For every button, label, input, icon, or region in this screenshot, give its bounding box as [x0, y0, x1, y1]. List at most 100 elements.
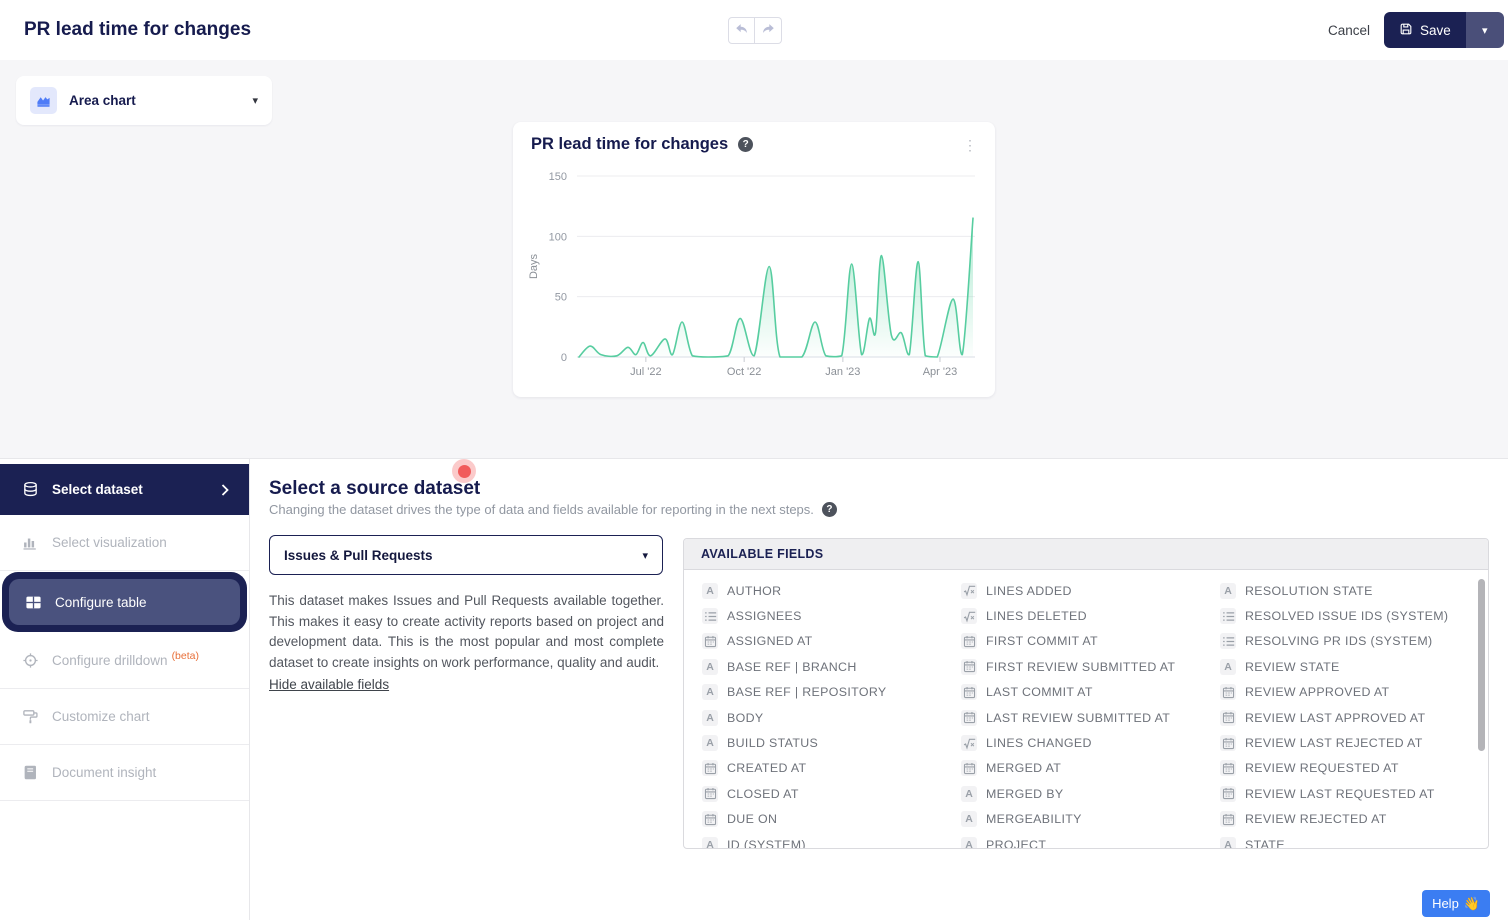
field-item-closed-at[interactable]: CLOSED AT: [690, 781, 949, 806]
list-icon: [1220, 608, 1236, 624]
list-icon: [702, 608, 718, 624]
redo-button[interactable]: [755, 17, 782, 44]
field-item-first-commit-at[interactable]: FIRST COMMIT AT: [949, 629, 1208, 654]
field-label: MERGEABILITY: [986, 812, 1082, 826]
dataset-select-value: Issues & Pull Requests: [284, 548, 433, 563]
field-item-review-last-rejected-at[interactable]: REVIEW LAST REJECTED AT: [1208, 730, 1467, 755]
dataset-select[interactable]: Issues & Pull Requests ▾: [269, 535, 663, 575]
svg-text:Jul '22: Jul '22: [630, 366, 661, 378]
sidebar-item-select-visualization[interactable]: Select visualization: [0, 515, 249, 571]
text-field-icon: A: [1220, 583, 1236, 599]
available-fields-body: AAUTHORASSIGNEES ASSIGNED AT ABASE REF | B…: [684, 570, 1488, 849]
sidebar-item-label: Select visualization: [52, 535, 167, 550]
top-bar: PR lead time for changes Cancel Save ▾: [0, 0, 1508, 60]
svg-text:150: 150: [549, 171, 567, 183]
field-item-base-ref-branch[interactable]: ABASE REF | BRANCH: [690, 654, 949, 679]
field-label: ID (SYSTEM): [727, 838, 806, 849]
fields-column: ARESOLUTION STATE RESOLVED ISSUE IDS (SYS…: [1208, 578, 1467, 849]
field-item-resolved-issue-ids-system[interactable]: RESOLVED ISSUE IDS (SYSTEM): [1208, 603, 1467, 628]
field-item-state[interactable]: ASTATE: [1208, 832, 1467, 849]
chart-type-label: Area chart: [69, 93, 136, 108]
sidebar-item-document-insight[interactable]: Document insight: [0, 745, 249, 801]
kebab-menu-icon[interactable]: ⋮: [959, 138, 981, 152]
field-item-last-commit-at[interactable]: LAST COMMIT AT: [949, 680, 1208, 705]
field-item-merged-by[interactable]: AMERGED BY: [949, 781, 1208, 806]
text-field-icon: A: [702, 710, 718, 726]
field-item-lines-deleted[interactable]: LINES DELETED: [949, 603, 1208, 628]
field-item-project[interactable]: APROJECT: [949, 832, 1208, 849]
target-icon: [22, 652, 39, 669]
section-subheading-text: Changing the dataset drives the type of …: [269, 502, 814, 517]
cancel-button[interactable]: Cancel: [1322, 22, 1376, 39]
field-item-review-last-requested-at[interactable]: REVIEW LAST REQUESTED AT: [1208, 781, 1467, 806]
field-label: LINES ADDED: [986, 584, 1072, 598]
field-label: BODY: [727, 711, 764, 725]
sidebar-item-configure-drilldown[interactable]: Configure drilldown(beta): [0, 633, 249, 689]
field-item-review-approved-at[interactable]: REVIEW APPROVED AT: [1208, 680, 1467, 705]
field-item-resolving-pr-ids-system[interactable]: RESOLVING PR IDS (SYSTEM): [1208, 629, 1467, 654]
available-fields-panel: AVAILABLE FIELDS AAUTHORASSIGNEESASSIGNE…: [683, 538, 1489, 849]
field-item-assigned-at[interactable]: ASSIGNED AT: [690, 629, 949, 654]
paint-roller-icon: [22, 708, 39, 725]
chevron-down-icon: ▾: [252, 94, 258, 107]
scrollbar-thumb[interactable]: [1478, 579, 1485, 751]
save-icon: [1399, 22, 1413, 39]
chart-title: PR lead time for changes: [531, 135, 728, 154]
hide-available-fields-link[interactable]: Hide available fields: [269, 677, 389, 692]
calendar-icon: [1220, 735, 1236, 751]
text-field-icon: A: [1220, 659, 1236, 675]
help-question-icon[interactable]: ?: [822, 502, 837, 517]
field-item-mergeability[interactable]: AMERGEABILITY: [949, 807, 1208, 832]
sidebar-item-label: Configure table: [55, 595, 147, 610]
field-item-merged-at[interactable]: MERGED AT: [949, 756, 1208, 781]
section-heading: Select a source dataset: [269, 478, 480, 500]
field-item-id-system[interactable]: AID (SYSTEM): [690, 832, 949, 849]
field-item-first-review-submitted-at[interactable]: FIRST REVIEW SUBMITTED AT: [949, 654, 1208, 679]
field-label: REVIEW LAST REQUESTED AT: [1245, 787, 1435, 801]
field-label: CLOSED AT: [727, 787, 799, 801]
field-label: STATE: [1245, 838, 1285, 849]
field-item-review-requested-at[interactable]: REVIEW REQUESTED AT: [1208, 756, 1467, 781]
help-question-icon[interactable]: ?: [738, 137, 753, 152]
chart-type-selector[interactable]: Area chart ▾: [16, 76, 272, 125]
sidebar-item-customize-chart[interactable]: Customize chart: [0, 689, 249, 745]
text-field-icon: A: [702, 684, 718, 700]
field-item-body[interactable]: A BODY: [690, 705, 949, 730]
dataset-config-main: Select a source dataset Changing the dat…: [251, 459, 1508, 920]
field-item-last-review-submitted-at[interactable]: LAST REVIEW SUBMITTED AT: [949, 705, 1208, 730]
section-subheading: Changing the dataset drives the type of …: [269, 502, 837, 517]
field-label: REVIEW REJECTED AT: [1245, 812, 1387, 826]
formula-icon: [961, 735, 977, 751]
caret-down-icon: ▾: [1482, 25, 1488, 37]
chart-card-header: PR lead time for changes ? ⋮: [513, 122, 995, 154]
field-item-build-status[interactable]: ABUILD STATUS: [690, 730, 949, 755]
field-item-resolution-state[interactable]: ARESOLUTION STATE: [1208, 578, 1467, 603]
field-item-base-ref-repository[interactable]: ABASE REF | REPOSITORY: [690, 680, 949, 705]
calendar-icon: [1220, 710, 1236, 726]
field-label: RESOLVING PR IDS (SYSTEM): [1245, 634, 1433, 648]
field-item-review-last-approved-at[interactable]: REVIEW LAST APPROVED AT: [1208, 705, 1467, 730]
field-item-lines-changed[interactable]: LINES CHANGED: [949, 730, 1208, 755]
field-item-due-on[interactable]: DUE ON: [690, 807, 949, 832]
svg-text:100: 100: [549, 231, 567, 243]
field-label: ASSIGNED AT: [727, 634, 813, 648]
field-item-created-at[interactable]: CREATED AT: [690, 756, 949, 781]
save-button[interactable]: Save: [1384, 12, 1466, 48]
field-item-review-rejected-at[interactable]: REVIEW REJECTED AT: [1208, 807, 1467, 832]
svg-text:50: 50: [555, 292, 567, 304]
click-indicator-dot: [458, 465, 471, 478]
help-button[interactable]: Help 👋: [1422, 890, 1490, 917]
calendar-icon: [702, 786, 718, 802]
undo-button[interactable]: [728, 17, 755, 44]
field-label: RESOLVED ISSUE IDS (SYSTEM): [1245, 609, 1448, 623]
sidebar-item-select-dataset[interactable]: Select dataset: [0, 464, 249, 515]
field-item-author[interactable]: AAUTHOR: [690, 578, 949, 603]
field-item-lines-added[interactable]: LINES ADDED: [949, 578, 1208, 603]
text-field-icon: A: [702, 735, 718, 751]
save-options-caret[interactable]: ▾: [1466, 12, 1504, 48]
sidebar-item-configure-table[interactable]: Configure table: [2, 572, 247, 632]
calendar-icon: [1220, 786, 1236, 802]
field-item-assignees[interactable]: ASSIGNEES: [690, 603, 949, 628]
field-item-review-state[interactable]: AREVIEW STATE: [1208, 654, 1467, 679]
svg-text:Apr '23: Apr '23: [923, 366, 958, 378]
